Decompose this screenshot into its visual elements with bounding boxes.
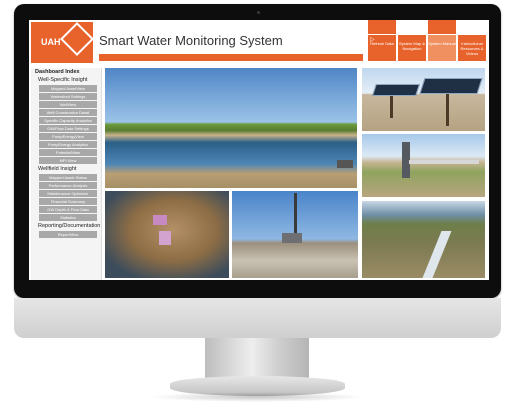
nav-top-strip: [428, 20, 456, 34]
well-site-photo: [232, 191, 358, 278]
section-well-specific: Well-Specific Insight: [38, 77, 88, 83]
system-map-button[interactable]: System Map & Navigation: [398, 35, 426, 61]
sidebar-item-performance-analysis[interactable]: Performance Analysis: [39, 182, 97, 189]
webcam: [257, 11, 260, 14]
sidebar-item-specific-capacity[interactable]: Specific Capacity Analytics: [39, 117, 97, 124]
dashboard-sidebar: Dashboard Index Well-Specific Insight Ma…: [31, 68, 102, 280]
sidebar-item-potentialview[interactable]: PotentialView: [39, 149, 97, 156]
instructional-resources-button[interactable]: Instructional Resources & Videos: [458, 35, 486, 61]
sidebar-item-gw-depth-flow[interactable]: GW Depth & Flow Data: [39, 206, 97, 213]
section-wellfield: Wellfield Insight: [38, 166, 77, 172]
sidebar-item-pumpenergyview[interactable]: PumpEnergyView: [39, 133, 97, 140]
sidebar-item-gw-flow-settings[interactable]: GW/Flow Data Settings: [39, 125, 97, 132]
sidebar-item-reportview[interactable]: ReportView: [39, 231, 97, 238]
satellite-map-photo: [105, 191, 229, 278]
instructional-resources-label: Instructional Resources & Videos: [460, 41, 484, 56]
solar-panel-left: [372, 84, 420, 96]
system-map-label: System Map & Navigation: [398, 41, 425, 51]
app-title: Smart Water Monitoring System: [99, 33, 283, 48]
sidebar-heading: Dashboard Index: [35, 69, 80, 75]
sidebar-item-well-construction[interactable]: Well Construction Detail: [39, 109, 97, 116]
solar-panel-photo: [362, 68, 485, 131]
logo-mark-icon: [60, 22, 94, 56]
solar-panel-right: [419, 78, 483, 94]
stage: UAH Smart Water Monitoring System ▷ Refr…: [0, 0, 515, 415]
sidebar-item-wellview[interactable]: WellView: [39, 101, 97, 108]
sidebar-item-pumpenergy-analytics[interactable]: PumpEnergy Analytics: [39, 141, 97, 148]
system-manual-label: System Manual: [428, 41, 456, 46]
monitor-shadow: [150, 392, 365, 402]
sidebar-item-watershed-settings[interactable]: Watershed Settings: [39, 93, 97, 100]
sidebar-item-statistics[interactable]: Statistics: [39, 214, 97, 221]
sidebar-item-mpi-view[interactable]: MPI View: [39, 157, 97, 164]
nav-top-strip: [368, 20, 396, 34]
panel-post: [446, 94, 449, 126]
aerial-canal-channel: [422, 231, 452, 278]
section-reporting: Reporting/Documentation: [38, 223, 101, 229]
uah-logo[interactable]: UAH: [31, 22, 94, 63]
sidebar-item-financial-summary[interactable]: Financial Summary: [39, 198, 97, 205]
system-manual-button[interactable]: System Manual: [428, 35, 456, 61]
sidebar-item-mapped-assetview[interactable]: Mapped AssetView: [39, 85, 97, 92]
title-underline-bar: [99, 54, 363, 61]
play-icon: ▷: [370, 37, 375, 43]
app-header: UAH Smart Water Monitoring System ▷ Refr…: [29, 20, 489, 64]
monitor-chin: [14, 298, 501, 338]
canal-gate-structure: [337, 160, 353, 168]
map-highlight-region: [159, 231, 171, 245]
pump-station: [282, 233, 302, 243]
wellhead-photo: [362, 134, 485, 197]
panel-post: [390, 96, 393, 118]
canal-photo: [105, 68, 357, 188]
refresh-data-button[interactable]: ▷ Refresh Data: [368, 35, 396, 61]
logo-text: UAH: [41, 37, 61, 47]
map-highlight-region: [153, 215, 167, 225]
monitor-stand-neck: [205, 338, 309, 380]
sidebar-item-mapped-asset-status[interactable]: Mapped Asset Status: [39, 174, 97, 181]
wellhead-outflow-pipe: [409, 160, 479, 164]
app-screen: UAH Smart Water Monitoring System ▷ Refr…: [29, 20, 489, 280]
sidebar-item-maintenance-optimizer[interactable]: Maintenance Optimizer: [39, 190, 97, 197]
aerial-canal-photo: [362, 201, 485, 278]
